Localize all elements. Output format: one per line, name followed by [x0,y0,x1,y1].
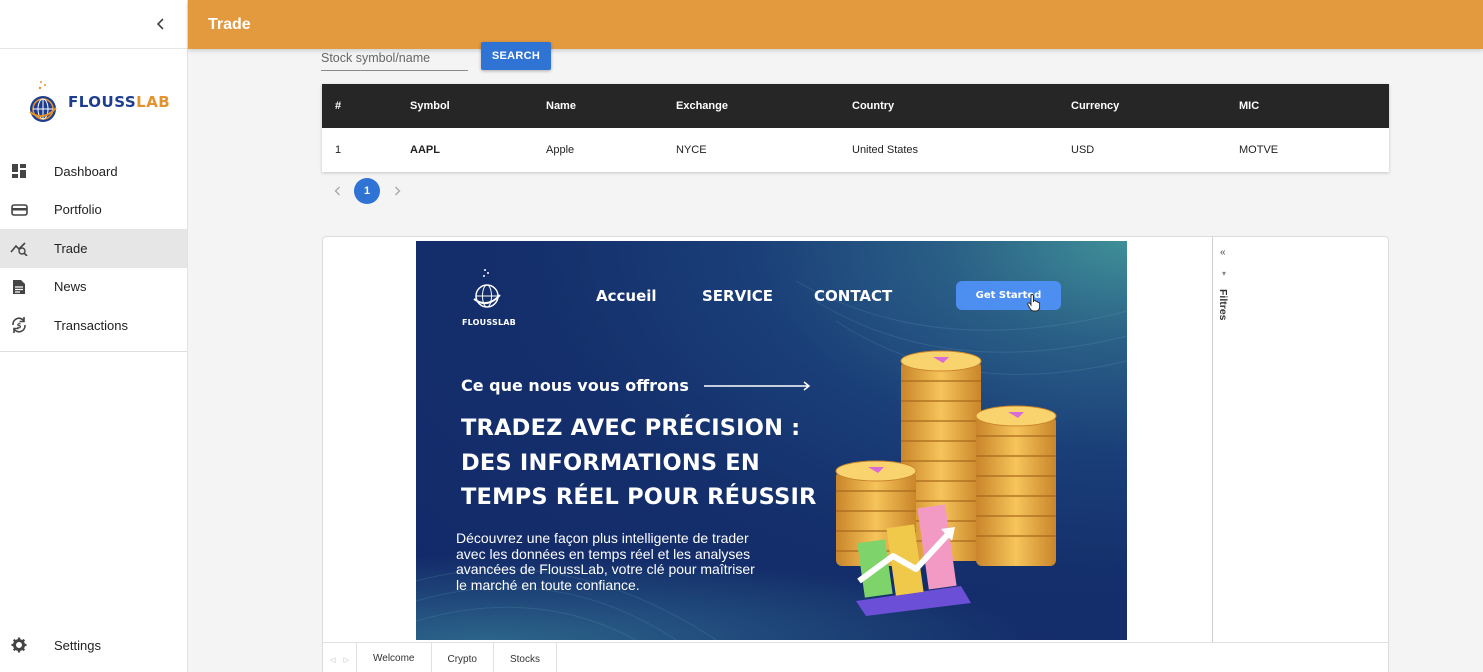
tab-stocks[interactable]: Stocks [494,643,557,672]
arrow-right-icon [703,380,811,391]
sidebar-divider [0,351,187,352]
tab-scroll-right-icon[interactable]: ▷ [344,656,349,664]
report-page-tabs: ◁ ▷ Welcome Crypto Stocks [323,642,1388,672]
welcome-banner: FLOUSSLAB Accueil SERVICE CONTACT Get St… [416,241,1127,640]
sidebar-item-dashboard[interactable]: Dashboard [0,152,187,191]
table-row[interactable]: 1 AAPL Apple NYCE United States USD MOTV… [322,128,1389,172]
sidebar-nav: Dashboard Portfolio Trade News $ Transac… [0,152,187,345]
column-header-index[interactable]: # [322,84,396,128]
cell-name: Apple [546,144,575,156]
sidebar-item-transactions[interactable]: $ Transactions [0,306,187,345]
banner-nav-service[interactable]: SERVICE [702,287,773,305]
cell-country: United States [852,144,919,156]
pagination: 1 [326,178,408,204]
banner-nav-accueil[interactable]: Accueil [596,287,657,305]
column-header-exchange[interactable]: Exchange [676,84,852,128]
banner-description: Découvrez une façon plus intelligente de… [456,530,786,593]
filters-pane[interactable]: « ▾ Filtres [1212,237,1238,643]
banner-headline: TRADEZ AVEC PRÉCISION : DES INFORMATIONS… [461,411,817,515]
tab-welcome[interactable]: Welcome [356,643,432,672]
trade-chart-icon [10,239,28,257]
coin-stacks-illustration [835,350,1057,616]
sidebar-item-label: Portfolio [54,202,102,218]
gear-icon [10,636,28,654]
page-button-current[interactable]: 1 [354,178,380,204]
sidebar-item-label: Trade [54,240,88,256]
settings-label: Settings [54,637,101,653]
cell-symbol: AAPL [410,144,440,156]
sidebar-item-label: Transactions [54,317,128,333]
brand-accent: LAB [136,93,171,111]
banner-description-line: avancées de FloussLab, votre clé pour ma… [456,561,755,577]
column-header-symbol[interactable]: Symbol [396,84,546,128]
tab-scroll-left-icon[interactable]: ◁ [330,656,335,664]
get-started-button[interactable]: Get Started [956,281,1061,310]
brand-logo: FLOUSSLAB [24,78,170,126]
next-page-icon[interactable] [386,178,408,204]
banner-headline-line: TEMPS RÉEL POUR RÉUSSIR [461,484,817,510]
cell-index: 1 [335,144,342,156]
cell-mic: MOTVE [1239,144,1279,156]
banner-logo: FLOUSSLAB [462,267,516,327]
banner-subtitle: Ce que nous vous offrons [461,376,813,395]
banner-description-line: Découvrez une façon plus intelligente de… [456,530,749,546]
column-header-country[interactable]: Country [852,84,1071,128]
prev-page-icon[interactable] [326,178,348,204]
wallet-icon [10,201,28,219]
svg-text:$: $ [17,322,22,330]
banner-nav-contact[interactable]: CONTACT [814,287,892,305]
sidebar-item-trade[interactable]: Trade [0,229,187,268]
search-button[interactable]: SEARCH [481,42,551,70]
hand-cursor-icon [1027,294,1041,312]
cell-exchange: NYCE [676,144,707,156]
page-title: Trade [208,15,251,33]
dashboard-icon [10,162,28,180]
banner-logo-text: FLOUSSLAB [462,318,516,327]
sidebar-item-news[interactable]: News [0,268,187,307]
sidebar-item-portfolio[interactable]: Portfolio [0,191,187,230]
top-app-bar: Trade [188,0,1483,49]
chevron-left-icon[interactable] [149,12,173,36]
column-header-currency[interactable]: Currency [1071,84,1239,128]
tab-scroll-arrows: ◁ ▷ [323,643,356,672]
sidebar-item-label: Dashboard [54,163,118,179]
settings-section: Settings [0,626,187,665]
sidebar: FLOUSSLAB Dashboard Portfolio Trade News [0,0,188,672]
sidebar-top [0,0,187,49]
column-header-name[interactable]: Name [546,84,676,128]
globe-logo-icon [29,81,57,122]
tab-crypto[interactable]: Crypto [432,643,494,672]
filters-label: Filtres [1217,289,1229,321]
stock-results-table: # Symbol Name Exchange Country Currency … [322,84,1389,172]
brand-name: FLOUSS [68,93,137,111]
news-icon [10,278,28,296]
transactions-icon: $ [10,316,28,334]
expand-filters-icon[interactable]: « [1220,247,1226,258]
banner-description-line: le marché en toute confiance. [456,576,640,593]
banner-description-line: avec les données en temps réel et les an… [456,545,751,562]
cell-currency: USD [1071,144,1095,156]
embedded-report: FLOUSSLAB Accueil SERVICE CONTACT Get St… [322,236,1389,672]
banner-headline-line: TRADEZ AVEC PRÉCISION : [461,415,801,441]
table-header-row: # Symbol Name Exchange Country Currency … [322,84,1389,128]
column-header-mic[interactable]: MIC [1239,84,1389,128]
globe-logo-icon [473,269,501,308]
stock-search-input[interactable] [321,46,468,71]
banner-headline-line: DES INFORMATIONS EN [461,449,760,476]
sidebar-item-settings[interactable]: Settings [0,626,187,665]
banner-subtitle-text: Ce que nous vous offrons [461,376,689,395]
sidebar-item-label: News [54,279,87,295]
filter-icon: ▾ [1222,269,1227,278]
